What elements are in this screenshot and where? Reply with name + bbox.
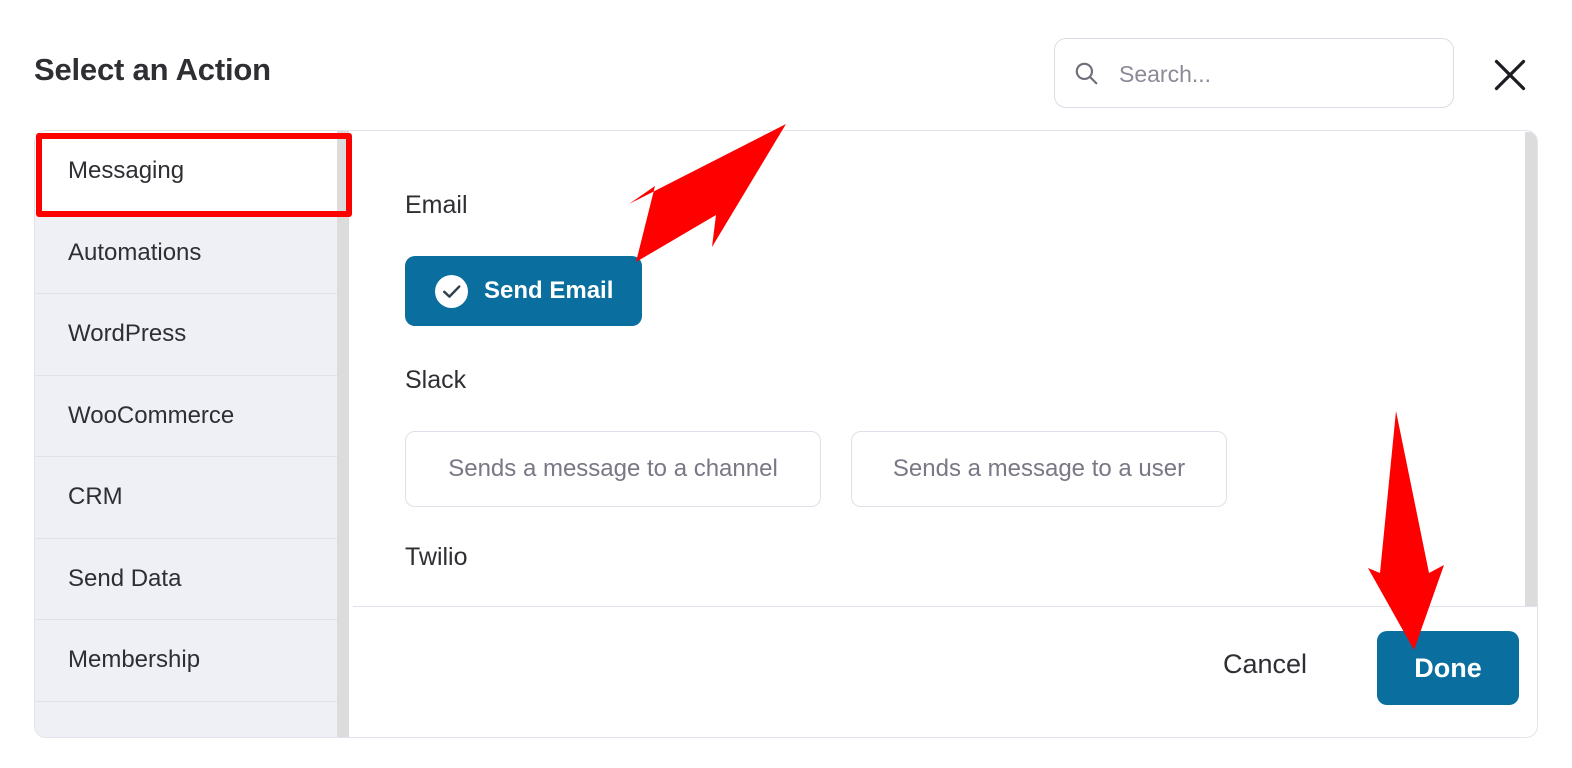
sidebar-item-label: Messaging [68, 157, 185, 185]
slack-channel-action-button[interactable]: Sends a message to a channel [405, 431, 821, 507]
action-list-panel: Email Send Email Slack Sends a message t… [353, 131, 1537, 605]
slack-user-action-button[interactable]: Sends a message to a user [851, 431, 1227, 507]
sidebar-item-label: CRM [68, 483, 123, 511]
modal-header: Select an Action [0, 0, 1572, 128]
send-email-action-label: Send Email [484, 277, 614, 304]
sidebar-item-membership[interactable]: Membership [35, 620, 347, 702]
cancel-button[interactable]: Cancel [1217, 639, 1313, 690]
sidebar-item-label: Automations [68, 238, 202, 266]
sidebar-item-wordpress[interactable]: WordPress [35, 294, 347, 376]
sidebar-item-label: WordPress [68, 320, 187, 348]
page-title: Select an Action [34, 52, 271, 87]
section-heading-email: Email [405, 191, 468, 219]
modal-body: Messaging Automations WordPress WooComme… [34, 130, 1538, 738]
sidebar-item-label: WooCommerce [68, 401, 235, 429]
section-heading-twilio: Twilio [405, 543, 468, 571]
category-sidebar[interactable]: Messaging Automations WordPress WooComme… [35, 131, 347, 737]
send-email-action-button[interactable]: Send Email [405, 256, 642, 326]
sidebar-item-automations[interactable]: Automations [35, 212, 347, 294]
sidebar-item-label: Send Data [68, 564, 182, 592]
sidebar-item-woocommerce[interactable]: WooCommerce [35, 375, 347, 457]
sidebar-item-partial[interactable] [35, 701, 347, 737]
close-icon[interactable] [1492, 57, 1528, 93]
slack-user-action-label: Sends a message to a user [892, 455, 1186, 482]
sidebar-scrollbar[interactable] [337, 131, 349, 737]
slack-channel-action-label: Sends a message to a channel [448, 455, 778, 482]
check-circle-icon [435, 274, 468, 308]
content-scrollbar[interactable] [1525, 132, 1537, 606]
search-box[interactable] [1054, 38, 1454, 109]
sidebar-item-send-data[interactable]: Send Data [35, 538, 347, 620]
section-heading-slack: Slack [405, 366, 467, 394]
sidebar-item-crm[interactable]: CRM [35, 457, 347, 539]
search-input[interactable] [1117, 39, 1441, 109]
search-icon [1075, 62, 1098, 85]
sidebar-item-messaging[interactable]: Messaging [35, 131, 347, 213]
done-button[interactable]: Done [1377, 631, 1519, 705]
select-action-modal: Select an Action Messaging Automations W… [0, 0, 1572, 768]
sidebar-item-label: Membership [68, 646, 201, 674]
modal-footer: Cancel Done [353, 606, 1537, 737]
